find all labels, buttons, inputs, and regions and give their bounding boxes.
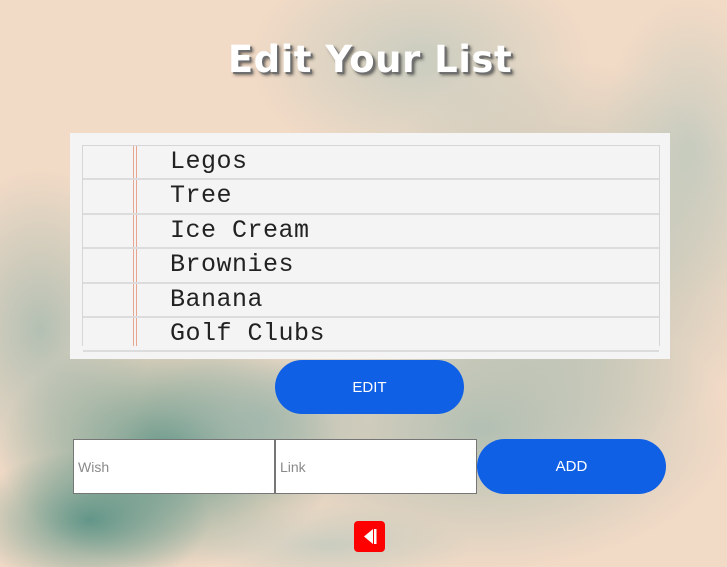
page-title: Edit Your List bbox=[227, 38, 513, 81]
list-item-label: Tree bbox=[170, 181, 233, 211]
list-item-label: Ice Cream bbox=[170, 215, 310, 245]
back-button[interactable] bbox=[354, 521, 385, 552]
notebook-paper: Legos Tree Ice Cream Brownies Banana Gol… bbox=[82, 145, 660, 353]
list-item-label: Brownies bbox=[170, 250, 295, 280]
list-item[interactable]: Brownies bbox=[83, 249, 659, 284]
list-item-label: Golf Clubs bbox=[170, 318, 326, 348]
wish-input[interactable] bbox=[73, 439, 275, 494]
link-input[interactable] bbox=[275, 439, 477, 494]
list-item[interactable]: Golf Clubs bbox=[83, 318, 659, 353]
list-item-label: Banana bbox=[170, 284, 264, 314]
edit-button[interactable]: EDIT bbox=[275, 360, 464, 414]
list-item[interactable]: Ice Cream bbox=[83, 215, 659, 250]
list-item[interactable]: Tree bbox=[83, 180, 659, 215]
list-item-label: Legos bbox=[170, 147, 248, 176]
list-item[interactable]: Legos bbox=[83, 146, 659, 181]
wishlist-panel: Legos Tree Ice Cream Brownies Banana Gol… bbox=[70, 133, 670, 359]
back-arrow-icon bbox=[364, 529, 377, 544]
add-button[interactable]: ADD bbox=[477, 439, 666, 494]
list-item[interactable]: Banana bbox=[83, 284, 659, 318]
